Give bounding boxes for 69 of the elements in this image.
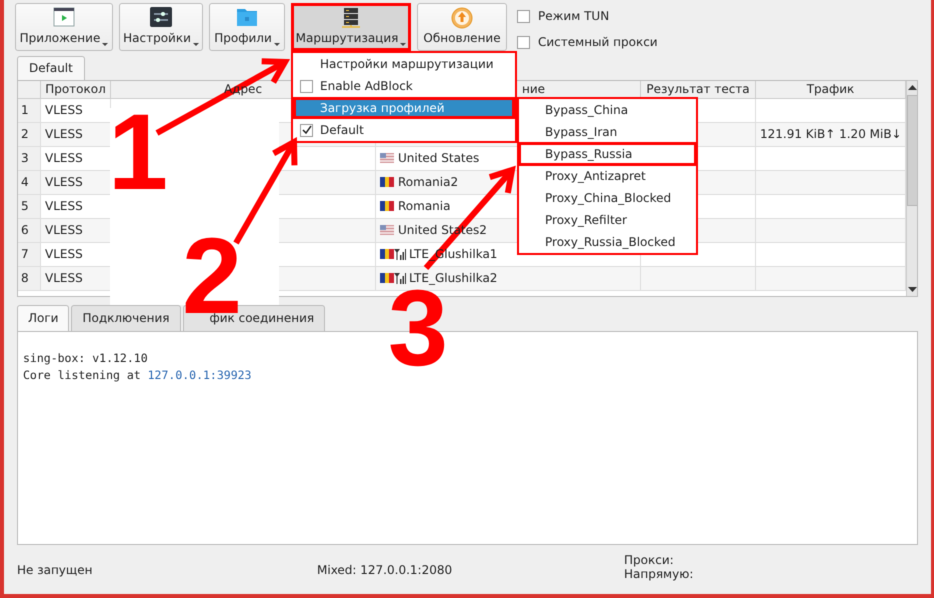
menu-item[interactable]: Proxy_China_Blocked [519,187,696,209]
table-cell: VLESS [41,171,111,195]
scroll-down-icon[interactable] [908,286,917,293]
sliders-icon [150,7,172,27]
table-cell: VLESS [41,219,111,243]
checkmark-icon [302,125,312,135]
flag-icon [380,201,394,211]
status-text: Прокси: [624,553,674,567]
step-number: 3 [388,288,448,368]
checkbox-label: Режим TUN [538,8,610,25]
checkbox[interactable] [300,124,313,136]
column-header[interactable]: Протокол [41,81,111,99]
row-number: 1 [18,99,41,123]
tab[interactable]: Логи [17,305,70,331]
checkbox[interactable] [300,80,313,92]
row-number: 6 [18,219,41,243]
column-header[interactable]: Трафик [756,81,906,99]
flag-icon [380,177,394,187]
tab[interactable]: Default [17,56,85,80]
menu-item[interactable]: Default [293,119,515,141]
table-cell: United States [398,151,480,165]
signal-antenna-icon [394,248,406,260]
checkbox-label: Системный прокси [538,34,658,51]
menu-item[interactable]: Bypass_China [519,99,696,121]
header-corner [18,81,41,99]
row-number: 4 [18,171,41,195]
row-number: 7 [18,243,41,267]
toolbar-button[interactable]: Обновление [417,3,507,51]
toolbar-button[interactable]: Маршрутизация [291,3,411,51]
server-stack-icon [340,7,362,29]
menu-item[interactable]: Bypass_Russia [519,143,696,165]
menu-item[interactable]: Proxy_Russia_Blocked [519,231,696,253]
table-cell: VLESS [41,267,111,291]
status-text: Mixed: 127.0.0.1:2080 [317,563,452,577]
log-line: sing-box: v1.12.10 [23,350,149,367]
flag-icon [380,225,394,235]
checkbox[interactable] [517,36,530,48]
menu-item[interactable]: Настройки маршрутизации [293,53,515,75]
checkbox[interactable] [517,10,530,22]
table-cell: LTE_Glushilka2 [409,271,498,285]
signal-antenna-icon [394,272,406,284]
flag-icon [380,249,394,259]
menu-item[interactable]: Загрузка профилей [293,97,515,119]
menu-item[interactable]: Proxy_Antizapret [519,165,696,187]
menu-item[interactable]: Proxy_Refilter [519,209,696,231]
folder-icon [236,7,258,27]
scrollbar[interactable] [906,81,917,296]
table-cell: 121.91 KiB↑ 1.20 MiB↓ [756,123,906,147]
scroll-up-icon[interactable] [908,84,917,91]
toolbar-button[interactable]: Приложение [15,3,113,51]
table-cell: Romania2 [398,175,458,189]
row-number: 8 [18,267,41,291]
table-cell: VLESS [41,123,111,147]
table-cell: Romania [398,199,450,213]
step-number: 1 [108,112,168,192]
toolbar-button[interactable]: Настройки [119,3,203,51]
tab[interactable]: Подключения [71,305,180,331]
flag-icon [380,273,394,283]
row-number: 3 [18,147,41,171]
log-line: Core listening at 127.0.0.1:39923 [23,367,252,384]
menu-item[interactable]: Bypass_Iran [519,121,696,143]
app-window-icon [53,7,75,27]
row-number: 2 [18,123,41,147]
toolbar-button[interactable]: Профили [209,3,285,51]
status-text: Не запущен [17,563,92,577]
status-text: Напрямую: [624,567,694,581]
flag-icon [380,153,394,163]
column-header[interactable]: Результат теста [641,81,756,99]
row-number: 5 [18,195,41,219]
